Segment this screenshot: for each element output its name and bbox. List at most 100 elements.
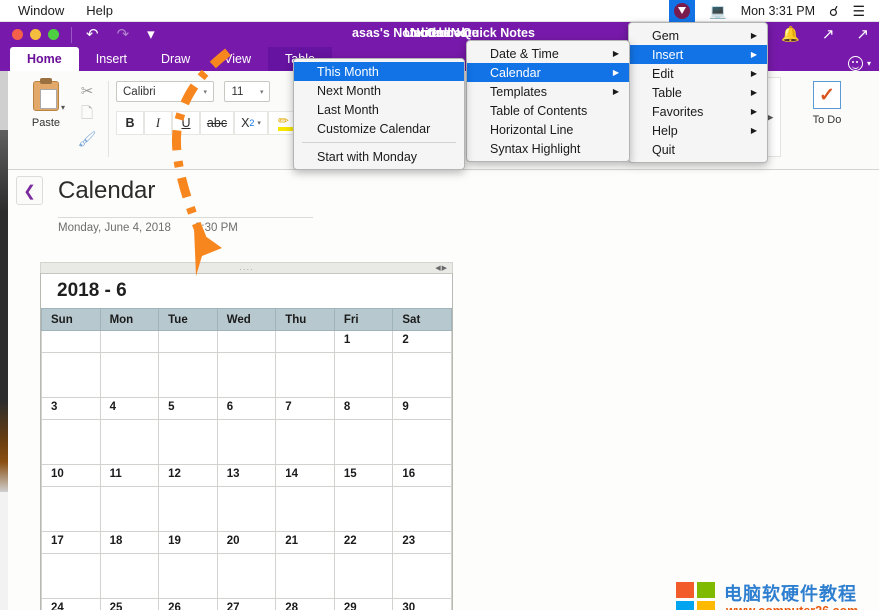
note-cell[interactable] — [41, 419, 101, 465]
note-cell[interactable] — [99, 419, 160, 465]
menu-help[interactable]: Help — [86, 3, 113, 18]
note-cell[interactable] — [216, 419, 277, 465]
menu-item-horizontal-line[interactable]: Horizontal Line — [467, 120, 629, 139]
day-cell[interactable]: 30 — [392, 598, 452, 610]
note-cell[interactable] — [41, 352, 101, 398]
day-cell[interactable]: 2 — [392, 330, 452, 353]
copy-icon[interactable]: 🗋 — [70, 103, 104, 127]
tab-view[interactable]: View — [207, 47, 268, 71]
menu-item-last-month[interactable]: Last Month — [294, 100, 464, 119]
note-cell[interactable] — [99, 352, 160, 398]
menu-item-calendar[interactable]: Calendar ▶ — [467, 63, 629, 82]
day-cell[interactable]: 15 — [333, 464, 394, 487]
undo-icon[interactable]: ↶ — [86, 27, 99, 42]
day-cell[interactable]: 3 — [41, 397, 101, 420]
day-cell[interactable] — [275, 330, 335, 353]
day-cell[interactable]: 14 — [275, 464, 335, 487]
menu-item-templates[interactable]: Templates ▶ — [467, 82, 629, 101]
menu-item-customize-calendar[interactable]: Customize Calendar — [294, 119, 464, 138]
italic-button[interactable]: I — [144, 111, 172, 135]
day-cell[interactable]: 21 — [275, 531, 335, 554]
note-cell[interactable] — [392, 486, 452, 532]
note-cell[interactable] — [392, 352, 452, 398]
day-cell[interactable] — [99, 330, 160, 353]
menu-item-insert[interactable]: Insert ▶ — [629, 45, 767, 64]
day-cell[interactable]: 8 — [333, 397, 394, 420]
day-cell[interactable]: 28 — [275, 598, 335, 610]
chevron-down-icon[interactable]: ▾ — [867, 59, 871, 68]
day-cell[interactable]: 19 — [158, 531, 218, 554]
note-cell[interactable] — [99, 553, 160, 599]
day-cell[interactable] — [216, 330, 277, 353]
day-cell[interactable]: 25 — [99, 598, 160, 610]
note-cell[interactable] — [333, 419, 394, 465]
day-cell[interactable]: 27 — [216, 598, 277, 610]
day-cell[interactable]: 9 — [392, 397, 452, 420]
todo-button[interactable]: ✓ To Do — [789, 79, 865, 126]
day-cell[interactable]: 12 — [158, 464, 218, 487]
menu-window[interactable]: Window — [18, 3, 64, 18]
tab-insert[interactable]: Insert — [79, 47, 144, 71]
day-cell[interactable]: 29 — [333, 598, 394, 610]
gem-diamond-icon[interactable] — [669, 0, 696, 22]
day-cell[interactable]: 7 — [275, 397, 335, 420]
note-cell[interactable] — [275, 553, 335, 599]
bold-button[interactable]: B — [116, 111, 144, 135]
day-cell[interactable] — [158, 330, 218, 353]
note-cell[interactable] — [333, 553, 394, 599]
chevron-down-icon[interactable]: ▾ — [257, 119, 261, 127]
note-cell[interactable] — [333, 486, 394, 532]
note-cell[interactable] — [216, 352, 277, 398]
menu-item-start-with-monday[interactable]: Start with Monday — [294, 147, 464, 166]
table-drag-handle[interactable]: ···· ◀▶ — [40, 262, 453, 274]
underline-button[interactable]: U — [172, 111, 200, 135]
menu-item-edit[interactable]: Edit ▶ — [629, 64, 767, 83]
note-cell[interactable] — [41, 553, 101, 599]
menu-item-next-month[interactable]: Next Month — [294, 81, 464, 100]
subscript-button[interactable]: X2 ▾ — [234, 111, 268, 135]
note-cell[interactable] — [99, 486, 160, 532]
paste-button[interactable]: ▾ Paste — [18, 77, 74, 157]
back-button[interactable]: ❮ — [16, 176, 43, 205]
menu-item-favorites[interactable]: Favorites ▶ — [629, 102, 767, 121]
menu-list-icon[interactable]: ☰ — [852, 4, 865, 18]
note-cell[interactable] — [275, 419, 335, 465]
redo-icon[interactable]: ↷ — [117, 27, 130, 42]
day-cell[interactable]: 17 — [41, 531, 101, 554]
menu-item-quit[interactable]: Quit — [629, 140, 767, 159]
tab-home[interactable]: Home — [10, 47, 79, 71]
scissors-icon[interactable]: ✂ — [70, 79, 104, 103]
menu-item-date-time[interactable]: Date & Time ▶ — [467, 44, 629, 63]
day-cell[interactable]: 13 — [216, 464, 277, 487]
tab-draw[interactable]: Draw — [144, 47, 207, 71]
chevron-down-icon[interactable]: ▾ — [147, 27, 155, 42]
menu-item-table[interactable]: Table ▶ — [629, 83, 767, 102]
screen-mirroring-icon[interactable]: 💻 — [709, 4, 726, 18]
day-cell[interactable]: 23 — [392, 531, 452, 554]
bell-icon[interactable]: 🔔 — [781, 27, 800, 42]
day-cell[interactable]: 1 — [333, 330, 394, 353]
maximize-button[interactable] — [48, 29, 59, 40]
chevron-down-icon[interactable]: ▾ — [256, 88, 268, 96]
font-size-select[interactable]: 11 ▾ — [224, 81, 271, 102]
note-cell[interactable] — [392, 419, 452, 465]
note-cell[interactable] — [275, 352, 335, 398]
note-cell[interactable] — [216, 486, 277, 532]
menu-item-syntax-highlight[interactable]: Syntax Highlight — [467, 139, 629, 158]
search-icon[interactable]: ☌ — [829, 4, 838, 18]
day-cell[interactable]: 22 — [333, 531, 394, 554]
macos-clock[interactable]: Mon 3:31 PM — [741, 4, 815, 18]
expand-icon[interactable]: ↗ — [856, 27, 869, 42]
note-cell[interactable] — [158, 419, 218, 465]
menu-item-table-of-contents[interactable]: Table of Contents — [467, 101, 629, 120]
day-cell[interactable]: 20 — [216, 531, 277, 554]
menu-item-gem[interactable]: Gem ▶ — [629, 26, 767, 45]
day-cell[interactable]: 6 — [216, 397, 277, 420]
day-cell[interactable]: 16 — [392, 464, 452, 487]
note-cell[interactable] — [158, 352, 218, 398]
font-name-select[interactable]: Calibri ▾ — [116, 81, 214, 102]
note-cell[interactable] — [333, 352, 394, 398]
day-cell[interactable]: 10 — [41, 464, 101, 487]
day-cell[interactable]: 26 — [158, 598, 218, 610]
menu-item-help[interactable]: Help ▶ — [629, 121, 767, 140]
